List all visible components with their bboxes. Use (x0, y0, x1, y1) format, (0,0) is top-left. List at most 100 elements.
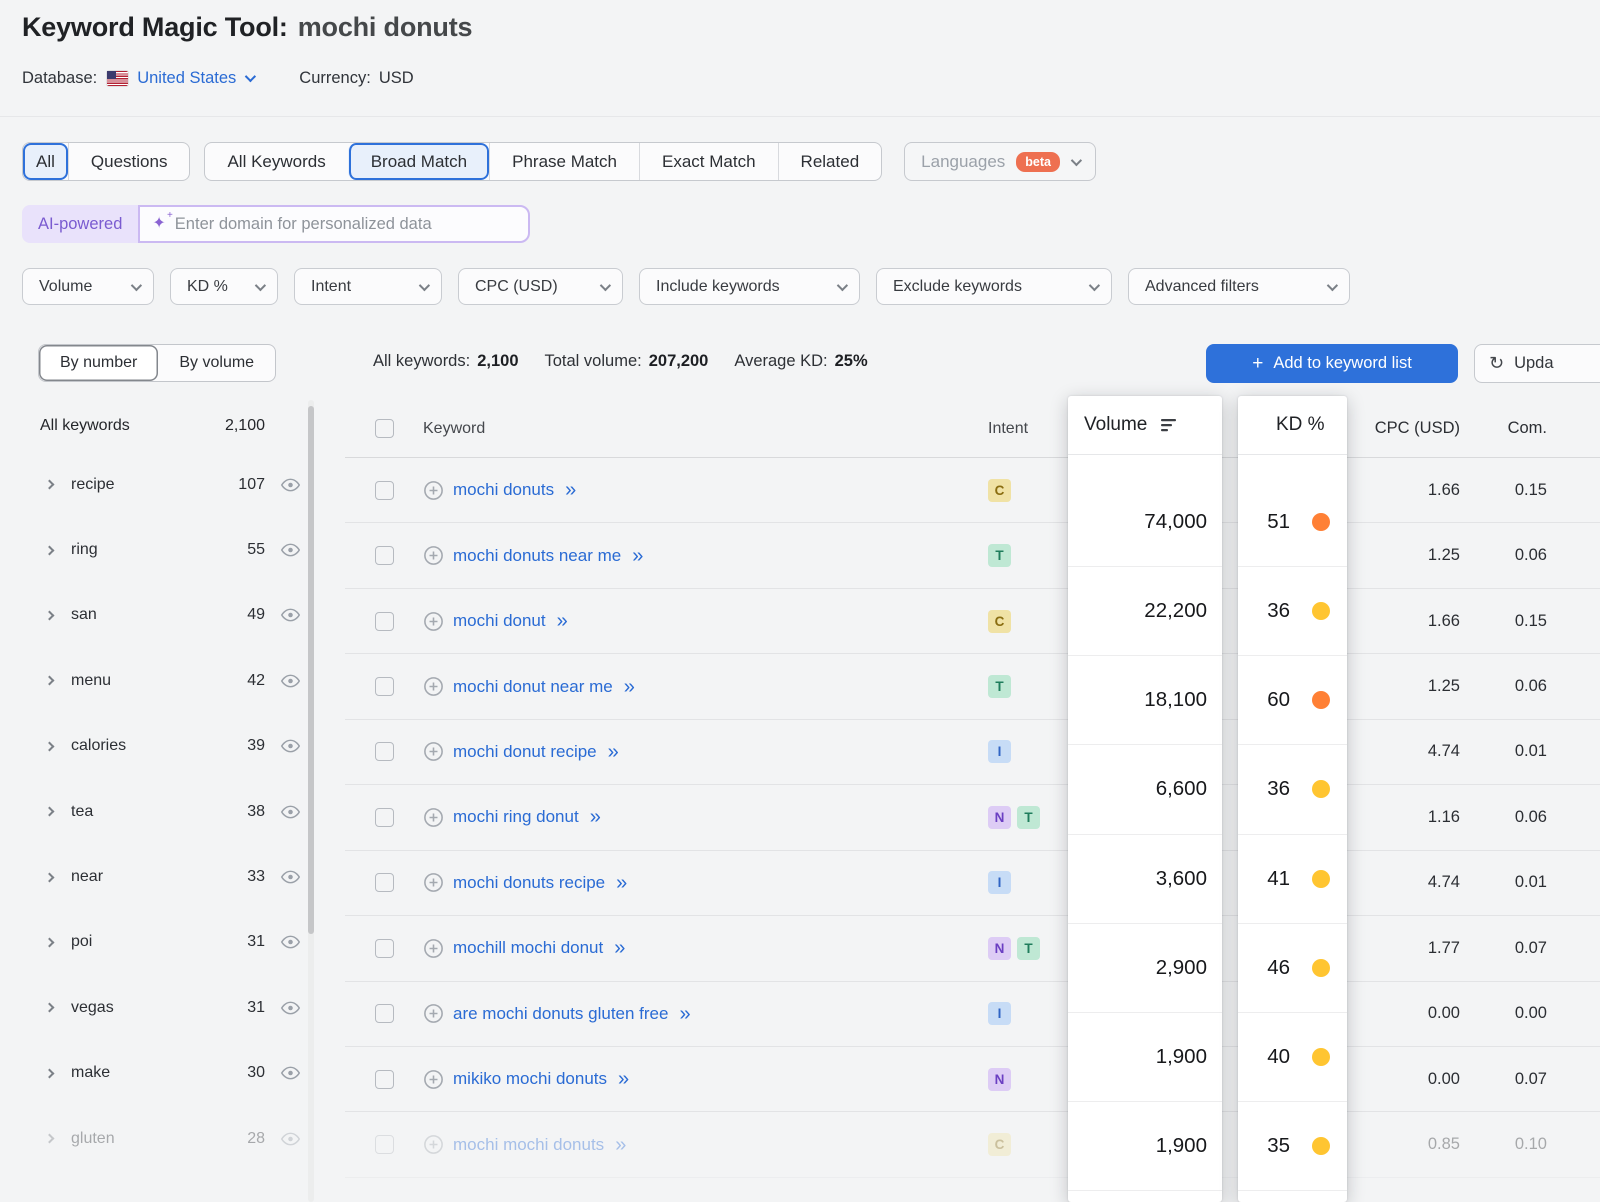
add-keyword-icon[interactable] (423, 807, 444, 828)
eye-icon[interactable] (280, 1128, 301, 1149)
add-to-keyword-list-button[interactable]: + Add to keyword list (1206, 344, 1458, 383)
competition-column-header[interactable]: Com. (1508, 400, 1547, 457)
sidebar-group-item[interactable]: poi31 (22, 910, 306, 975)
keyword-link[interactable]: mochi donut (453, 611, 546, 631)
open-keyword-icon[interactable]: » (616, 873, 627, 893)
open-keyword-icon[interactable]: » (632, 546, 643, 566)
open-keyword-icon[interactable]: » (614, 938, 625, 958)
by-number-toggle[interactable]: By number (39, 345, 158, 381)
keyword-link[interactable]: mochi mochi donuts (453, 1135, 604, 1155)
expand-chevron-icon[interactable] (45, 741, 55, 751)
sidebar-group-item[interactable]: tea38 (22, 779, 306, 844)
tab-exact-match[interactable]: Exact Match (639, 143, 778, 180)
table-row[interactable]: mochi donuts recipe»I4.740.01 (345, 851, 1600, 916)
table-row[interactable]: mochi donuts»C1.660.15 (345, 458, 1600, 523)
domain-input[interactable] (175, 215, 517, 234)
sidebar-group-item[interactable]: make30 (22, 1041, 306, 1106)
add-keyword-icon[interactable] (423, 545, 444, 566)
database-selector[interactable]: United States (137, 69, 253, 88)
add-keyword-icon[interactable] (423, 1003, 444, 1024)
add-keyword-icon[interactable] (423, 872, 444, 893)
keyword-link[interactable]: mochi donuts recipe (453, 873, 605, 893)
add-keyword-icon[interactable] (423, 676, 444, 697)
expand-chevron-icon[interactable] (45, 807, 55, 817)
add-keyword-icon[interactable] (423, 938, 444, 959)
eye-icon[interactable] (280, 670, 301, 691)
update-button[interactable]: ↻ Upda (1474, 344, 1600, 383)
all-keywords-row[interactable]: All keywords 2,100 (22, 400, 306, 452)
eye-icon[interactable] (280, 1063, 301, 1084)
languages-dropdown[interactable]: Languages beta (904, 142, 1096, 181)
expand-chevron-icon[interactable] (45, 1134, 55, 1144)
expand-chevron-icon[interactable] (45, 1068, 55, 1078)
eye-icon[interactable] (280, 605, 301, 626)
open-keyword-icon[interactable]: » (565, 480, 576, 500)
row-checkbox[interactable] (375, 1135, 394, 1154)
intent-filter-dropdown[interactable]: Intent (294, 268, 442, 305)
include-keywords-dropdown[interactable]: Include keywords (639, 268, 860, 305)
sidebar-group-item[interactable]: ring55 (22, 517, 306, 582)
cpc-column-header[interactable]: CPC (USD) (1375, 400, 1460, 457)
expand-chevron-icon[interactable] (45, 545, 55, 555)
eye-icon[interactable] (280, 474, 301, 495)
row-checkbox[interactable] (375, 677, 394, 696)
add-keyword-icon[interactable] (423, 1134, 444, 1155)
row-checkbox[interactable] (375, 612, 394, 631)
expand-chevron-icon[interactable] (45, 480, 55, 490)
row-checkbox[interactable] (375, 1070, 394, 1089)
expand-chevron-icon[interactable] (45, 872, 55, 882)
table-row[interactable]: mochi donut near me»T1.250.06 (345, 654, 1600, 719)
row-checkbox[interactable] (375, 873, 394, 892)
row-checkbox[interactable] (375, 742, 394, 761)
kd-filter-dropdown[interactable]: KD % (170, 268, 278, 305)
expand-chevron-icon[interactable] (45, 937, 55, 947)
kd-column-header-raised[interactable]: KD % (1238, 396, 1347, 455)
row-checkbox[interactable] (375, 481, 394, 500)
table-row[interactable]: mochi ring donut»NT1.160.06 (345, 785, 1600, 850)
sidebar-scrollbar-thumb[interactable] (308, 406, 314, 934)
eye-icon[interactable] (280, 997, 301, 1018)
keyword-link[interactable]: mochi donuts near me (453, 546, 621, 566)
tab-all-keywords[interactable]: All Keywords (205, 143, 347, 180)
eye-icon[interactable] (280, 801, 301, 822)
exclude-keywords-dropdown[interactable]: Exclude keywords (876, 268, 1112, 305)
keyword-link[interactable]: mochi donut near me (453, 677, 613, 697)
keyword-link[interactable]: mochi ring donut (453, 807, 579, 827)
eye-icon[interactable] (280, 540, 301, 561)
table-row[interactable]: mochill mochi donut»NT1.770.07 (345, 916, 1600, 981)
keyword-column-header[interactable]: Keyword (423, 400, 485, 457)
row-checkbox[interactable] (375, 546, 394, 565)
keyword-link[interactable]: mochi donut recipe (453, 742, 597, 762)
open-keyword-icon[interactable]: » (557, 611, 568, 631)
table-row[interactable]: mochi donut recipe»I4.740.01 (345, 720, 1600, 785)
expand-chevron-icon[interactable] (45, 1003, 55, 1013)
row-checkbox[interactable] (375, 808, 394, 827)
row-checkbox[interactable] (375, 939, 394, 958)
tab-broad-match[interactable]: Broad Match (348, 143, 489, 180)
by-volume-toggle[interactable]: By volume (158, 345, 275, 381)
open-keyword-icon[interactable]: » (615, 1135, 626, 1155)
add-keyword-icon[interactable] (423, 480, 444, 501)
advanced-filters-dropdown[interactable]: Advanced filters (1128, 268, 1350, 305)
keyword-link[interactable]: mochill mochi donut (453, 938, 603, 958)
table-row[interactable]: mikiko mochi donuts»N0.000.07 (345, 1047, 1600, 1112)
keyword-link[interactable]: mikiko mochi donuts (453, 1069, 607, 1089)
tab-all[interactable]: All (23, 143, 68, 180)
table-row[interactable]: mochi mochi donuts»C0.850.10 (345, 1112, 1600, 1177)
table-row[interactable]: mochi donuts near me»T1.250.06 (345, 523, 1600, 588)
eye-icon[interactable] (280, 867, 301, 888)
sidebar-group-item[interactable]: near33 (22, 844, 306, 909)
sidebar-group-item[interactable]: san49 (22, 583, 306, 648)
open-keyword-icon[interactable]: » (590, 807, 601, 827)
sidebar-group-item[interactable]: vegas31 (22, 975, 306, 1040)
expand-chevron-icon[interactable] (45, 676, 55, 686)
table-row[interactable]: are mochi donuts gluten free»I0.000.00 (345, 982, 1600, 1047)
cpc-filter-dropdown[interactable]: CPC (USD) (458, 268, 623, 305)
row-checkbox[interactable] (375, 1004, 394, 1023)
tab-questions[interactable]: Questions (68, 143, 190, 180)
tab-related[interactable]: Related (778, 143, 882, 180)
tab-phrase-match[interactable]: Phrase Match (489, 143, 639, 180)
select-all-checkbox[interactable] (375, 419, 394, 438)
expand-chevron-icon[interactable] (45, 611, 55, 621)
keyword-link[interactable]: mochi donuts (453, 480, 554, 500)
